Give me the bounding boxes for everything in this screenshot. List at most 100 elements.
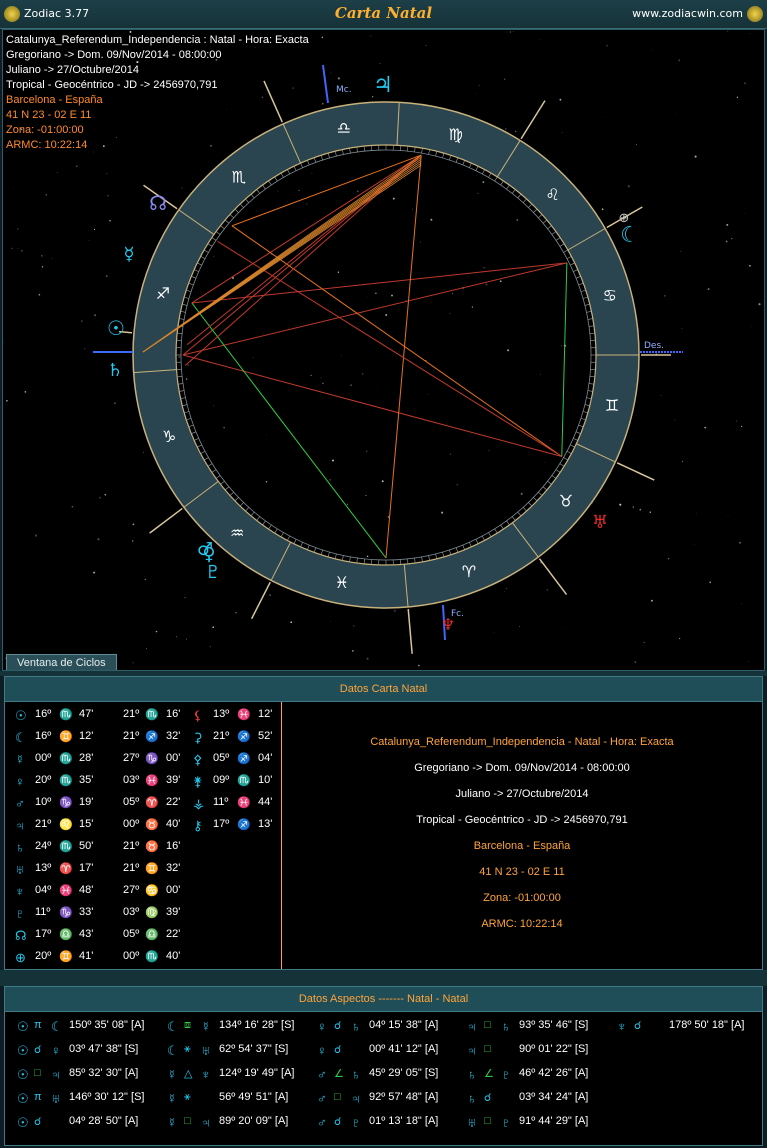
- ventana-ciclos-button[interactable]: Ventana de Ciclos: [6, 654, 117, 670]
- chart-detail-line: Barcelona - España: [473, 840, 571, 852]
- aspect-planet-1: ☉: [17, 1043, 29, 1058]
- asteroid-sign: ♐: [237, 819, 251, 831]
- site-link[interactable]: www.zodiacwin.com: [632, 7, 743, 20]
- house-degree: 03º: [123, 774, 140, 786]
- aspect-planet-1: ☿: [167, 1067, 177, 1082]
- house-degree: 03º: [123, 906, 140, 918]
- chart-info-line: Catalunya_Referendum_Independencia : Nat…: [6, 34, 309, 46]
- sign-glyph: ♐: [156, 284, 170, 303]
- house-sign: ♋: [145, 885, 159, 897]
- asteroid-sign: ♐: [237, 753, 251, 765]
- planet-glyph: ☿: [15, 752, 25, 767]
- aspect-planet-1: ☾: [167, 1019, 179, 1034]
- house-cusp: [149, 507, 183, 534]
- aspect-row: ♂ ☌ ♇ 01º 13' 18" [A]: [317, 1112, 467, 1134]
- planet-minute: 48': [79, 884, 94, 896]
- chart-details: Catalunya_Referendum_Independencia - Nat…: [282, 702, 762, 969]
- aspect-planet-2: ♃: [351, 1091, 361, 1106]
- asteroid-glyph: ⚷: [193, 818, 203, 833]
- sun-icon[interactable]: ☉: [107, 316, 125, 340]
- planet-minute: 50': [79, 840, 94, 852]
- aspect-value: 85º 32' 30" [A]: [69, 1067, 139, 1079]
- asteroid-degree: 17º: [213, 818, 230, 830]
- aspect-value: 00º 41' 12" [A]: [369, 1043, 439, 1055]
- chart-info-line: 41 N 23 - 02 E 11: [6, 109, 92, 121]
- house-degree: 21º: [123, 730, 140, 742]
- jupiter-icon[interactable]: ♃: [373, 73, 393, 98]
- house-minute: 40': [166, 950, 181, 962]
- planet-sign: ♊: [59, 731, 73, 743]
- asteroid-degree: 05º: [213, 752, 230, 764]
- planet-minute: 41': [79, 950, 94, 962]
- uranus-icon[interactable]: ♅: [592, 512, 608, 533]
- house-sign: ♐: [145, 731, 159, 743]
- house-degree: 05º: [123, 928, 140, 940]
- planet-minute: 43': [79, 928, 94, 940]
- aspect-planet-1: ♀: [317, 1043, 327, 1058]
- aspect-symbol: π: [34, 1091, 42, 1103]
- aspects-panel-header: Datos Aspectos ------- Natal - Natal: [5, 987, 762, 1012]
- aspect-row: ☾ ⚹ ♅ 62º 54' 37" [S]: [167, 1040, 317, 1062]
- planet-sign: ♏: [59, 775, 73, 787]
- aspect-planet-2: ♄: [351, 1019, 361, 1034]
- pluto-icon[interactable]: ♇: [205, 562, 221, 583]
- planet-degree: 16º: [35, 730, 52, 742]
- aspect-symbol: ☌: [334, 1020, 342, 1032]
- aspect-column: ♃ □ ♄ 93º 35' 46" [S] ♃ □ 90º 01' 22" [S] ♄ ∠ ♇ 46…: [467, 1012, 617, 1142]
- house-cusp: [616, 462, 655, 481]
- desc-label: Des.: [644, 341, 664, 351]
- moon-icon[interactable]: ☾: [620, 223, 640, 248]
- asteroid-minute: 13': [258, 818, 273, 830]
- aspect-symbol: ☌: [34, 1044, 42, 1056]
- planet-glyph: ☾: [15, 730, 27, 745]
- fortune-icon[interactable]: ⊕: [619, 211, 630, 226]
- asteroid-minute: 44': [258, 796, 273, 808]
- aspect-planet-2: ☿: [201, 1019, 211, 1034]
- planet-degree: 16º: [35, 708, 52, 720]
- asteroid-glyph: ⚶: [193, 796, 205, 811]
- position-row: ♀ 20º ♏ 35' 03º ♓ 39' ⚵ 09º ♏ 10': [5, 770, 281, 792]
- house-minute: 16': [166, 708, 181, 720]
- asteroid-sign: ♓: [237, 709, 251, 721]
- aspect-value: 178º 50' 18" [A]: [669, 1019, 745, 1031]
- mercury-icon[interactable]: ☿: [123, 244, 134, 265]
- node-icon[interactable]: ☊: [149, 191, 167, 215]
- chart-info-line: Barcelona - España: [6, 94, 103, 106]
- house-cusp: [538, 558, 568, 596]
- house-sign: ♈: [145, 797, 159, 809]
- aspect-symbol: □: [484, 1019, 491, 1031]
- aspect-row: ♆ ☌ 178º 50' 18" [A]: [617, 1016, 767, 1038]
- chart-detail-line: Zona: -01:00:00: [483, 892, 561, 904]
- aspect-value: 89º 20' 09" [A]: [219, 1115, 289, 1127]
- house-sign: ♏: [145, 951, 159, 963]
- asteroid-degree: 11º: [213, 796, 229, 808]
- aspect-symbol: △: [184, 1068, 193, 1080]
- planet-degree: 04º: [35, 884, 52, 896]
- aspect-value: 03º 34' 24" [A]: [519, 1091, 589, 1103]
- aspect-value: 04º 28' 50" [A]: [69, 1115, 139, 1127]
- aspect-value: 134º 16' 28" [S]: [219, 1019, 295, 1031]
- aspect-symbol: ∠: [334, 1068, 344, 1080]
- aspect-symbol: ☌: [334, 1044, 342, 1056]
- aspect-planet-1: ♃: [467, 1019, 477, 1034]
- sign-glyph: ♎: [337, 118, 351, 137]
- chart-info-line: Tropical - Geocéntrico - JD -> 2456970,7…: [6, 79, 218, 91]
- planet-glyph: ♃: [15, 818, 25, 833]
- house-degree: 00º: [123, 818, 140, 830]
- house-minute: 22': [166, 928, 181, 940]
- aspect-row: ☉ ☌ ♀ 03º 47' 38" [S]: [17, 1040, 167, 1062]
- mars-icon[interactable]: ♂: [197, 539, 213, 560]
- sign-glyph: ♉: [559, 492, 573, 511]
- aspect-value: 62º 54' 37" [S]: [219, 1043, 289, 1055]
- house-cusp: [407, 608, 413, 654]
- neptune-icon[interactable]: ♆: [441, 615, 455, 634]
- app-logo-icon: [4, 6, 20, 22]
- position-row: ♅ 13º ♈ 17' 21º ♊ 32': [5, 858, 281, 880]
- planet-degree: 21º: [35, 818, 52, 830]
- house-degree: 21º: [123, 708, 140, 720]
- house-sign: ♏: [145, 709, 159, 721]
- saturn-icon[interactable]: ♄: [107, 360, 123, 381]
- aspect-row: ♀ ☌ ♄ 04º 15' 38" [A]: [317, 1016, 467, 1038]
- house-minute: 39': [166, 906, 181, 918]
- aspect-planet-1: ♃: [467, 1043, 477, 1058]
